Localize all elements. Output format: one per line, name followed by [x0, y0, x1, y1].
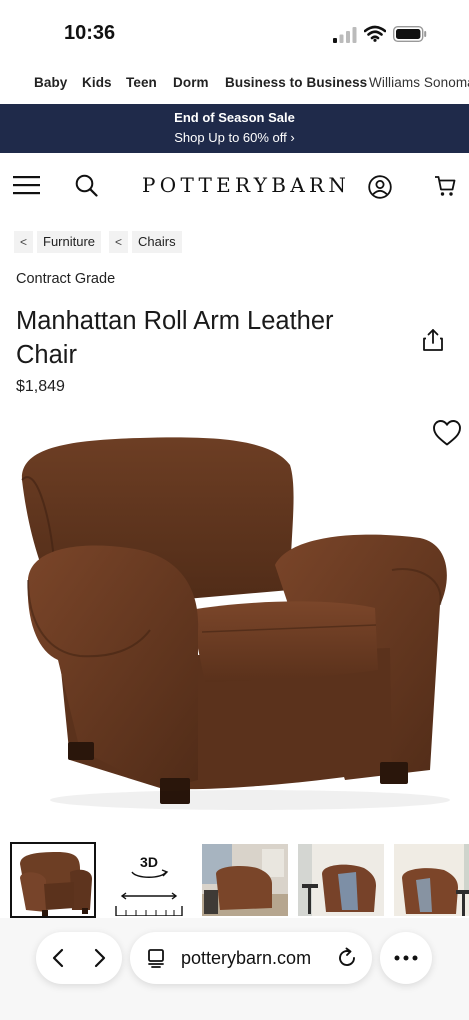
cart-icon[interactable] [434, 175, 456, 197]
thumbnail-3d-view[interactable]: 3D [106, 844, 192, 916]
promo-headline: End of Season Sale [174, 110, 295, 125]
site-header: POTTERYBARN [0, 153, 469, 219]
thumbnail-strip: 3D [0, 840, 469, 920]
rotate-3d-icon [115, 869, 183, 916]
thumbnail-chair-front[interactable] [10, 842, 96, 918]
product-grade: Contract Grade [16, 271, 116, 287]
product-title: Manhattan Roll Arm Leather Chair [16, 307, 334, 369]
forward-icon[interactable] [88, 947, 110, 969]
nav-item-dorm[interactable]: Dorm [173, 75, 209, 90]
account-icon[interactable] [368, 175, 392, 199]
tabs-icon[interactable] [146, 948, 166, 968]
nav-item-business[interactable]: Business to Business [225, 75, 367, 90]
more-button[interactable] [380, 932, 432, 984]
nav-buttons-group [36, 932, 122, 984]
reload-icon[interactable] [336, 947, 358, 969]
back-icon[interactable] [48, 947, 70, 969]
nav-item-kids[interactable]: Kids [82, 75, 112, 90]
more-icon [394, 955, 418, 961]
browser-toolbar: potterybarn.com [0, 918, 469, 1020]
nav-item-teen[interactable]: Teen [126, 75, 157, 90]
status-bar: 10:36 [0, 0, 469, 66]
status-time: 10:36 [64, 22, 116, 44]
site-logo[interactable]: POTTERYBARN [142, 173, 350, 197]
url-text[interactable]: potterybarn.com [181, 948, 311, 969]
product-price: $1,849 [16, 378, 65, 395]
nav-item-baby[interactable]: Baby [34, 75, 67, 90]
menu-icon[interactable] [13, 175, 40, 195]
thumbnail-room-1[interactable] [202, 844, 288, 916]
category-nav: Baby Kids Teen Dorm Business to Business… [0, 66, 469, 102]
breadcrumb-chairs[interactable]: Chairs [132, 231, 182, 253]
search-icon[interactable] [75, 174, 98, 197]
signal-icon [333, 27, 357, 43]
product-image[interactable] [0, 420, 469, 830]
thumbnail-room-3[interactable] [394, 844, 469, 916]
breadcrumb-separator: < [109, 231, 129, 253]
battery-icon [393, 26, 427, 42]
share-icon[interactable] [421, 328, 445, 352]
thumbnail-room-2[interactable] [298, 844, 384, 916]
breadcrumb-separator: < [14, 231, 34, 253]
promo-banner[interactable]: End of Season Sale Shop Up to 60% off › [0, 104, 469, 153]
nav-item-williams-sonoma[interactable]: Williams Sonoma [369, 75, 469, 90]
wifi-icon [364, 25, 386, 42]
breadcrumb-furniture[interactable]: Furniture [37, 231, 102, 253]
promo-link[interactable]: Shop Up to 60% off › [0, 130, 469, 145]
